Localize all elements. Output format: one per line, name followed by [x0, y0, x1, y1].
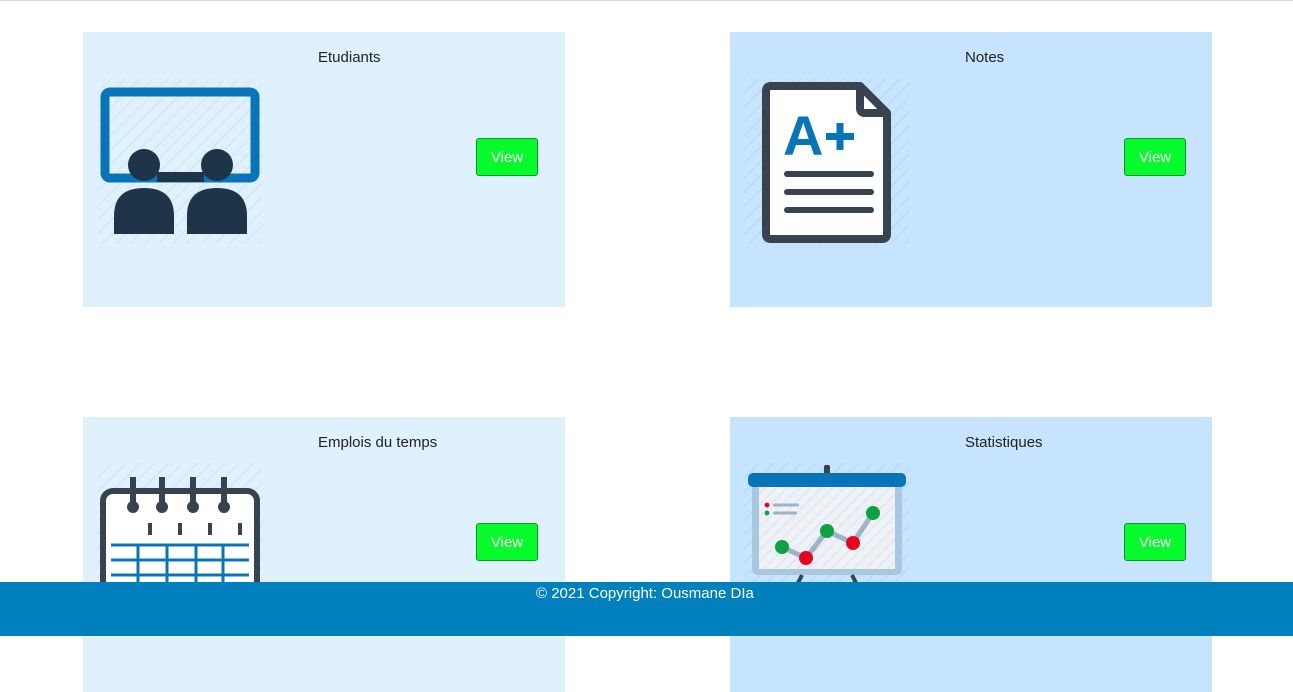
- footer-copyright: © 2021 Copyright: Ousmane DIa: [536, 585, 754, 602]
- card-statistiques: Statistiques View: [730, 417, 1212, 692]
- card-title: Etudiants: [318, 49, 381, 66]
- card-title: Notes: [965, 49, 1005, 66]
- view-button-statistiques[interactable]: View: [1124, 523, 1186, 561]
- view-button-emplois-du-temps[interactable]: View: [476, 523, 538, 561]
- view-button-notes[interactable]: View: [1124, 138, 1186, 176]
- svg-text:A: A: [783, 104, 823, 167]
- card-emplois-du-temps: Emplois du temps View: [83, 417, 565, 692]
- grade-document-icon: A: [744, 78, 914, 248]
- card-title: Emplois du temps: [318, 434, 438, 451]
- card-title: Statistiques: [965, 434, 1043, 451]
- view-button-etudiants[interactable]: View: [476, 138, 538, 176]
- card-notes: Notes A View: [730, 32, 1212, 307]
- footer: © 2021 Copyright: Ousmane DIa: [0, 582, 1293, 636]
- top-divider: [0, 0, 1293, 1]
- card-etudiants: Etudiants View: [83, 32, 565, 307]
- classroom-icon: [97, 78, 267, 248]
